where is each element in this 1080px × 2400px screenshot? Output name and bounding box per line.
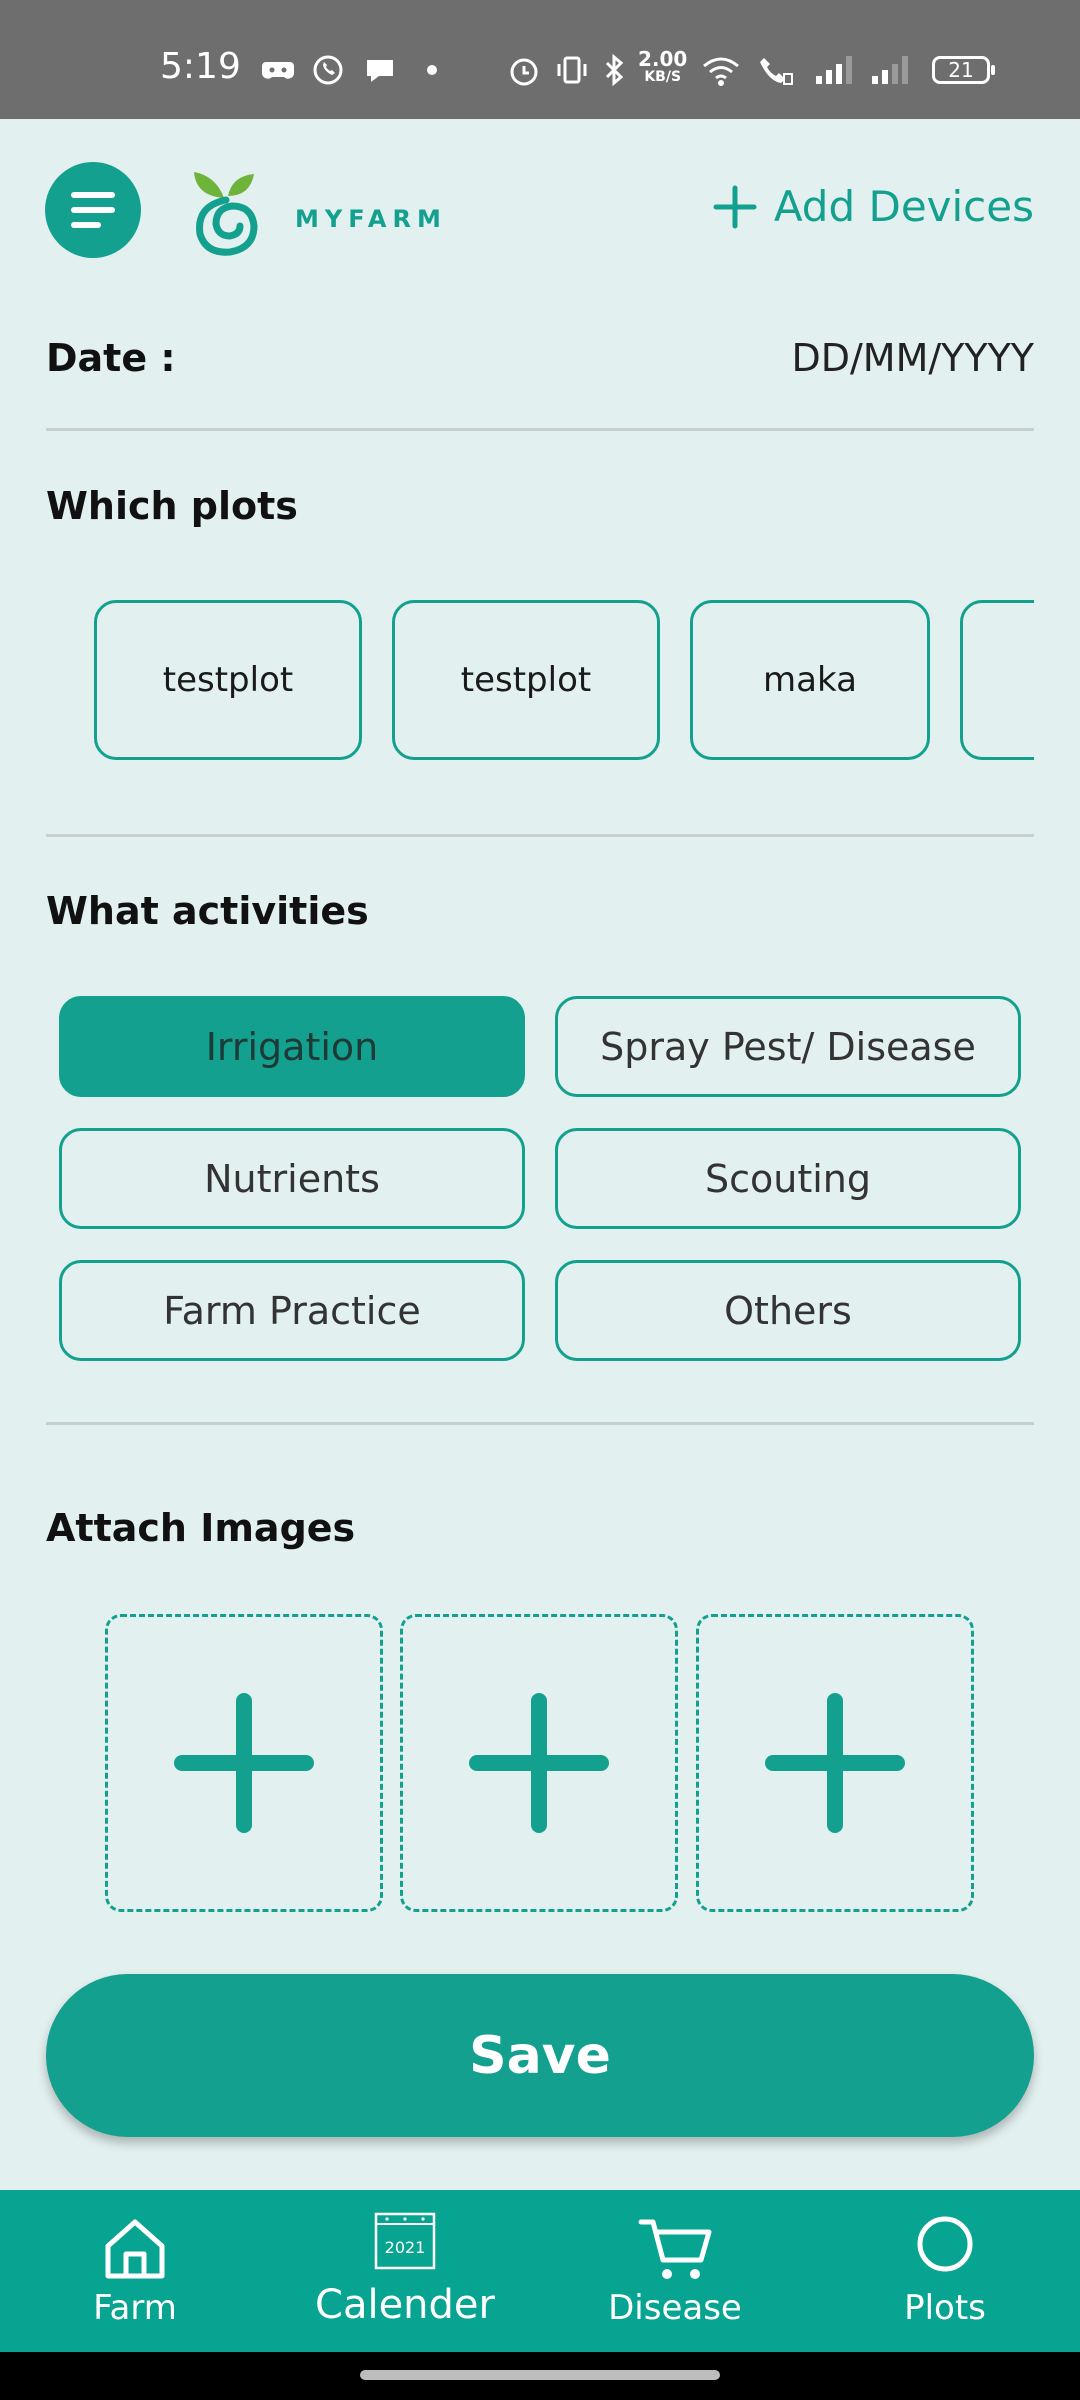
add-image-slot-3[interactable] bbox=[696, 1614, 974, 1912]
hamburger-icon bbox=[71, 192, 115, 228]
attach-images-title: Attach Images bbox=[46, 1506, 356, 1550]
status-bar: 5:19 2.00 KB/S 21 bbox=[0, 0, 1080, 119]
add-devices-label: Add Devices bbox=[773, 182, 1034, 231]
plus-icon bbox=[713, 185, 757, 228]
home-icon bbox=[105, 2219, 165, 2279]
battery-indicator: 21 bbox=[932, 56, 995, 84]
network-speed-value: 2.00 bbox=[638, 47, 688, 71]
plus-icon bbox=[765, 1693, 905, 1833]
plot-chip[interactable]: testplot bbox=[94, 600, 362, 760]
divider bbox=[46, 834, 1034, 837]
plus-icon bbox=[469, 1693, 609, 1833]
bluetooth-icon bbox=[605, 53, 624, 87]
plus-icon bbox=[174, 1693, 314, 1833]
activity-farm-practice[interactable]: Farm Practice bbox=[59, 1260, 525, 1361]
divider bbox=[46, 1422, 1034, 1425]
nav-farm[interactable]: Farm bbox=[0, 2190, 270, 2352]
nav-plots[interactable]: Plots bbox=[810, 2190, 1080, 2352]
chat-icon bbox=[367, 60, 393, 82]
nav-label: Calender bbox=[315, 2282, 495, 2328]
status-time: 5:19 bbox=[160, 46, 241, 87]
menu-button[interactable] bbox=[45, 162, 141, 258]
cart-icon bbox=[638, 2219, 712, 2279]
signal-icon-2 bbox=[872, 56, 908, 84]
network-speed: 2.00 KB/S bbox=[638, 47, 688, 86]
activity-scouting[interactable]: Scouting bbox=[555, 1128, 1021, 1229]
network-speed-unit: KB/S bbox=[644, 69, 682, 85]
date-field[interactable]: DD/MM/YYYY bbox=[791, 336, 1034, 380]
nav-label: Disease bbox=[608, 2288, 742, 2328]
signal-icon bbox=[816, 56, 852, 84]
activity-nutrients[interactable]: Nutrients bbox=[59, 1128, 525, 1229]
gesture-navigation-area bbox=[0, 2352, 1080, 2400]
activity-others[interactable]: Others bbox=[555, 1260, 1021, 1361]
date-label: Date : bbox=[46, 336, 176, 380]
add-image-slot-1[interactable] bbox=[105, 1614, 383, 1912]
plot-chip[interactable]: testplot bbox=[392, 600, 660, 760]
activity-spray-pest-disease[interactable]: Spray Pest/ Disease bbox=[555, 996, 1021, 1097]
nav-calender[interactable]: 2021 Calender bbox=[270, 2190, 540, 2352]
logo-text: MYFARM bbox=[295, 205, 447, 233]
activity-irrigation[interactable]: Irrigation bbox=[59, 996, 525, 1097]
wifi-icon bbox=[703, 57, 739, 86]
vibrate-icon bbox=[557, 56, 587, 84]
gesture-handle[interactable] bbox=[360, 2370, 720, 2380]
add-devices-button[interactable]: Add Devices bbox=[712, 182, 1034, 231]
wifi-call-icon bbox=[760, 58, 793, 85]
plots-title: Which plots bbox=[46, 484, 298, 528]
dot-icon bbox=[427, 65, 437, 75]
bottom-navigation: Farm 2021 Calender Disease Plots bbox=[0, 2190, 1080, 2352]
circle-icon bbox=[917, 2216, 973, 2272]
divider bbox=[46, 428, 1034, 431]
plots-scroll-list[interactable]: testplot testplot maka bbox=[46, 600, 1034, 765]
nav-label: Plots bbox=[904, 2288, 986, 2328]
save-button[interactable]: Save bbox=[46, 1974, 1034, 2137]
plot-chip[interactable] bbox=[960, 600, 1034, 760]
whatsapp-icon bbox=[313, 55, 343, 85]
nav-disease[interactable]: Disease bbox=[540, 2190, 810, 2352]
nav-label: Farm bbox=[93, 2288, 177, 2328]
add-image-slot-2[interactable] bbox=[400, 1614, 678, 1912]
plot-chip[interactable]: maka bbox=[690, 600, 930, 760]
gamepad-icon bbox=[262, 62, 294, 79]
myfarm-logo bbox=[194, 172, 258, 256]
activities-title: What activities bbox=[46, 889, 369, 933]
alarm-icon bbox=[510, 58, 538, 86]
calendar-year: 2021 bbox=[384, 2238, 426, 2257]
